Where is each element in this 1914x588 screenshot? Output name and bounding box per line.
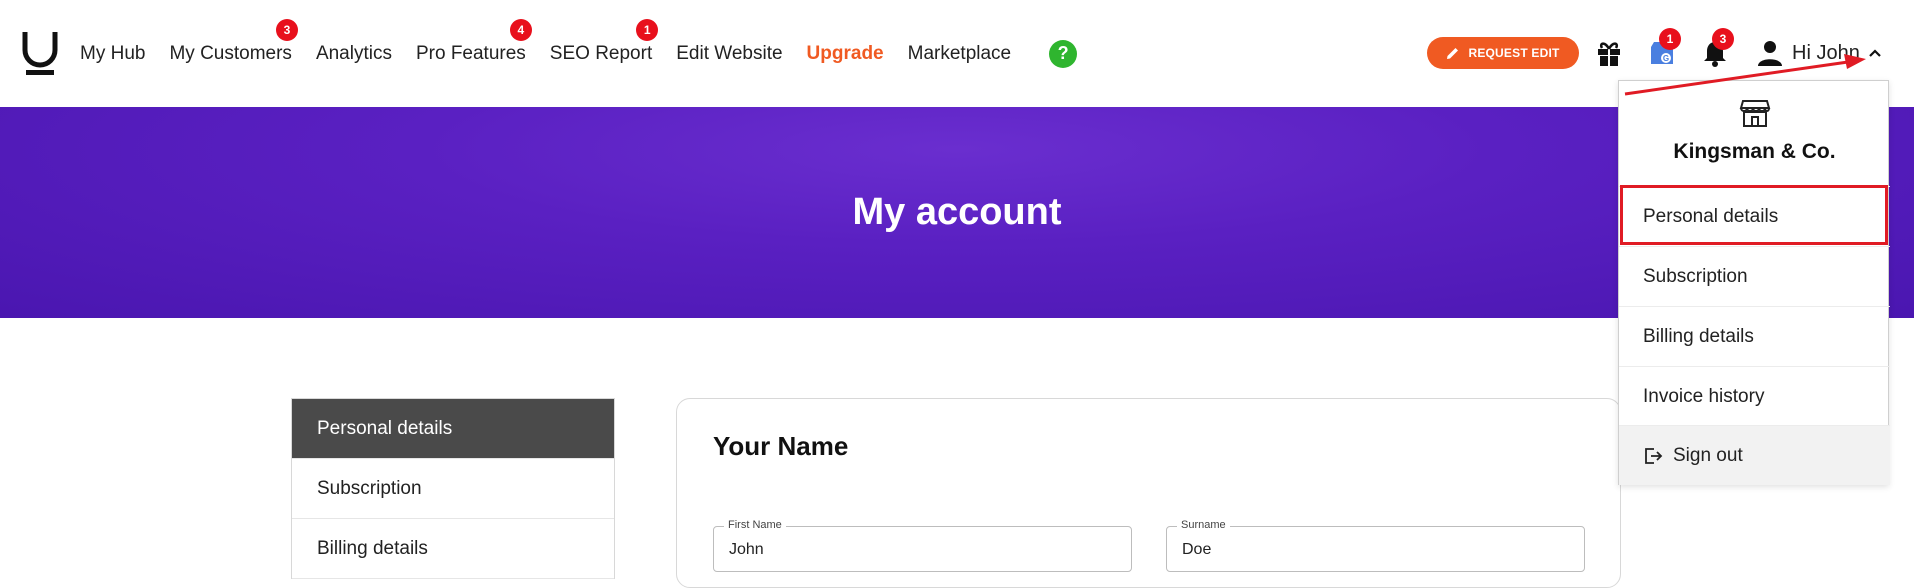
notification-badge: 3 xyxy=(1712,28,1734,50)
user-dropdown-menu: Kingsman & Co. Personal details Subscrip… xyxy=(1618,80,1890,485)
user-menu-toggle[interactable]: Hi John xyxy=(1756,36,1882,70)
nav-item-pro-features[interactable]: Pro Features 4 xyxy=(416,18,532,65)
surname-field[interactable]: Surname Doe xyxy=(1166,519,1585,572)
notification-badge: 3 xyxy=(275,18,298,41)
sign-out-icon xyxy=(1645,447,1663,464)
first-name-field[interactable]: First Name John xyxy=(713,519,1132,572)
logo-icon[interactable] xyxy=(22,30,58,76)
google-business-icon[interactable]: G 1 xyxy=(1645,28,1681,70)
sign-out-button[interactable]: Sign out xyxy=(1619,425,1890,485)
account-sidebar: Personal details Subscription Billing de… xyxy=(291,398,615,579)
first-name-label: First Name xyxy=(724,519,786,531)
company-name: Kingsman & Co. xyxy=(1673,140,1836,163)
sidebar-item-billing-details[interactable]: Billing details xyxy=(292,519,614,579)
svg-text:G: G xyxy=(1663,54,1669,63)
menu-item-billing-details[interactable]: Billing details xyxy=(1619,306,1890,366)
menu-item-subscription[interactable]: Subscription xyxy=(1619,246,1890,306)
nav-item-upgrade[interactable]: Upgrade xyxy=(807,43,884,65)
page-title: My account xyxy=(852,191,1062,233)
nav-item-my-hub[interactable]: My Hub xyxy=(80,43,145,65)
notification-badge: 4 xyxy=(509,18,532,41)
surname-value: Doe xyxy=(1182,541,1212,558)
pencil-icon xyxy=(1447,48,1459,59)
nav-item-marketplace[interactable]: Marketplace xyxy=(908,43,1012,65)
request-edit-label: REQUEST EDIT xyxy=(1468,46,1560,60)
nav-item-seo-report[interactable]: SEO Report 1 xyxy=(550,18,659,65)
bell-icon[interactable]: 3 xyxy=(1698,28,1734,70)
main-nav: My Hub My Customers 3 Analytics Pro Featu… xyxy=(80,0,1078,107)
sidebar-item-subscription[interactable]: Subscription xyxy=(292,459,614,519)
nav-item-edit-website[interactable]: Edit Website xyxy=(676,43,782,65)
user-icon xyxy=(1758,41,1782,66)
name-card: Your Name First Name John Surname Doe xyxy=(676,398,1621,588)
gift-icon[interactable] xyxy=(1592,36,1626,70)
card-title: Your Name xyxy=(713,431,849,461)
user-greeting: Hi John xyxy=(1792,41,1860,64)
sign-out-label: Sign out xyxy=(1673,444,1743,466)
first-name-value: John xyxy=(729,541,764,558)
store-icon xyxy=(1739,100,1771,127)
surname-label: Surname xyxy=(1177,519,1230,531)
menu-item-personal-details[interactable]: Personal details xyxy=(1619,186,1890,246)
menu-item-invoice-history[interactable]: Invoice history xyxy=(1619,366,1890,426)
notification-badge: 1 xyxy=(1659,28,1681,50)
chevron-up-icon xyxy=(1869,49,1881,57)
sidebar-item-personal-details[interactable]: Personal details xyxy=(292,399,614,459)
request-edit-button[interactable]: REQUEST EDIT xyxy=(1427,37,1579,69)
nav-item-my-customers[interactable]: My Customers 3 xyxy=(169,18,298,65)
nav-item-analytics[interactable]: Analytics xyxy=(316,43,392,65)
help-icon[interactable]: ? xyxy=(1049,39,1078,68)
notification-badge: 1 xyxy=(636,18,659,41)
